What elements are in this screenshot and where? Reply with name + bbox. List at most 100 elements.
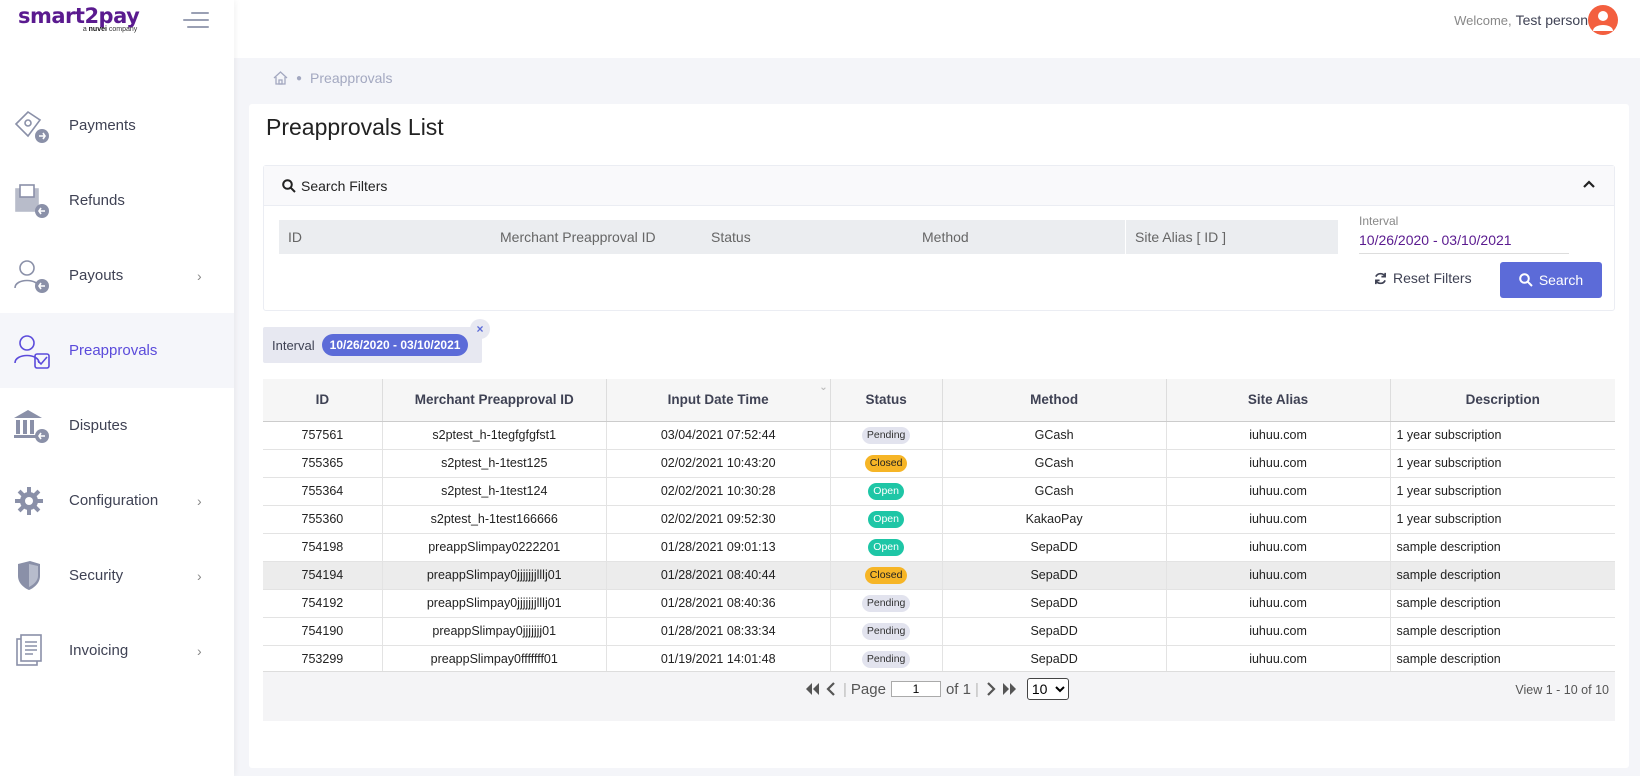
previous-page-icon[interactable] xyxy=(826,682,836,696)
first-page-icon[interactable] xyxy=(804,682,820,696)
cell-method: SepaDD xyxy=(942,617,1167,646)
cell-merchant-preapproval-id: s2ptest_h-1test125 xyxy=(382,449,607,478)
table-row[interactable]: 755360 s2ptest_h-1test166666 02/02/2021 09… xyxy=(263,505,1615,534)
topbar: Welcome, Test person xyxy=(234,0,1640,58)
cell-description: 1 year subscription xyxy=(1390,505,1615,534)
sidebar-item-label: Configuration xyxy=(69,492,159,509)
logo-text: smart2pay xyxy=(18,4,140,28)
cell-input-date-time: 02/02/2021 10:43:20 xyxy=(606,449,831,478)
cell-status: Pending xyxy=(830,645,943,674)
active-filter-chip: Interval 10/26/2020 - 03/10/2021 xyxy=(263,327,482,363)
table-header-row: ID Merchant Preapproval ID Input Date Ti… xyxy=(263,379,1615,422)
status-input[interactable] xyxy=(702,220,914,254)
cell-status: Open xyxy=(830,477,943,506)
sidebar-item-label: Preapprovals xyxy=(69,342,158,359)
column-header-site-alias[interactable]: Site Alias xyxy=(1166,379,1391,422)
gear-icon xyxy=(15,487,43,515)
user-name[interactable]: Test person xyxy=(1516,12,1588,28)
hamburger-menu-icon[interactable] xyxy=(183,10,209,30)
column-header-method[interactable]: Method xyxy=(942,379,1167,422)
cell-status: Closed xyxy=(830,561,943,590)
logo[interactable]: smart2pay a nuvei company xyxy=(18,4,140,33)
merchant-preapproval-id-input[interactable] xyxy=(491,220,703,254)
table-row[interactable]: 755364 s2ptest_h-1test124 02/02/2021 10:30… xyxy=(263,477,1615,506)
chevron-right-icon: › xyxy=(197,567,202,584)
cell-status: Pending xyxy=(830,589,943,618)
cell-input-date-time: 01/28/2021 08:40:36 xyxy=(606,589,831,618)
table-row[interactable]: 754198 preappSlimpay0222201 01/28/2021 09:… xyxy=(263,533,1615,562)
cell-merchant-preapproval-id: preappSlimpay0jjjjjjjlllj01 xyxy=(382,561,607,590)
sidebar-item-security[interactable]: Security › xyxy=(0,538,234,613)
avatar[interactable] xyxy=(1588,5,1618,35)
table-row[interactable]: 755365 s2ptest_h-1test125 02/02/2021 10:43… xyxy=(263,449,1615,478)
sidebar-item-payouts[interactable]: Payouts › xyxy=(0,238,234,313)
cell-description: sample description xyxy=(1390,617,1615,646)
reset-filters-button[interactable]: Reset Filters xyxy=(1374,270,1472,286)
preapprovals-table: ID Merchant Preapproval ID Input Date Ti… xyxy=(263,379,1615,702)
cell-description: sample description xyxy=(1390,533,1615,562)
cell-description: sample description xyxy=(1390,561,1615,590)
sidebar-item-label: Payouts xyxy=(69,267,124,284)
cell-description: sample description xyxy=(1390,645,1615,674)
cell-site-alias: iuhuu.com xyxy=(1166,617,1391,646)
cell-id: 754198 xyxy=(263,533,383,562)
cell-id: 755364 xyxy=(263,477,383,506)
sidebar-item-disputes[interactable]: Disputes xyxy=(0,388,234,463)
column-header-status[interactable]: Status xyxy=(830,379,943,422)
status-badge: Pending xyxy=(861,622,911,640)
table-row[interactable]: 754190 preappSlimpay0jjjjjjj01 01/28/2021 … xyxy=(263,617,1615,646)
cell-site-alias: iuhuu.com xyxy=(1166,477,1391,506)
interval-field[interactable]: Interval 10/26/2020 - 03/10/2021 xyxy=(1359,214,1569,254)
site-alias-input[interactable] xyxy=(1126,220,1338,254)
cell-status: Open xyxy=(830,505,943,534)
sidebar-nav: Payments Refunds Payouts › Preapprovals xyxy=(0,88,234,688)
next-page-icon[interactable] xyxy=(986,682,996,696)
cell-input-date-time: 03/04/2021 07:52:44 xyxy=(606,421,831,450)
column-header-description[interactable]: Description xyxy=(1390,379,1615,422)
welcome-text: Welcome, Test person xyxy=(1454,12,1588,28)
search-filters-title: Search Filters xyxy=(301,177,388,194)
remove-filter-close-icon[interactable]: × xyxy=(470,319,490,339)
column-header-merchant-preapproval-id[interactable]: Merchant Preapproval ID xyxy=(382,379,607,422)
cell-status: Pending xyxy=(830,421,943,450)
sidebar-item-payments[interactable]: Payments xyxy=(0,88,234,163)
sidebar-item-preapprovals[interactable]: Preapprovals xyxy=(0,313,234,388)
chevron-right-icon: › xyxy=(197,642,202,659)
breadcrumb: ● Preapprovals xyxy=(273,70,393,86)
sidebar-item-invoicing[interactable]: Invoicing › xyxy=(0,613,234,688)
sidebar-item-configuration[interactable]: Configuration › xyxy=(0,463,234,538)
cell-merchant-preapproval-id: preappSlimpay0jjjjjjj01 xyxy=(382,617,607,646)
sidebar-item-label: Security xyxy=(69,567,124,584)
method-input[interactable] xyxy=(913,220,1125,254)
table-row[interactable]: 753299 preappSlimpay0fffffff01 01/19/2021 … xyxy=(263,645,1615,674)
sidebar-item-label: Invoicing xyxy=(69,642,129,659)
payments-icon xyxy=(14,110,49,143)
table-row[interactable]: 754192 preappSlimpay0jjjjjjjlllj01 01/28/2… xyxy=(263,589,1615,618)
cell-method: GCash xyxy=(942,449,1167,478)
home-icon[interactable] xyxy=(273,71,288,85)
page-size-select[interactable]: 10 xyxy=(1026,678,1069,700)
user-icon xyxy=(1593,11,1613,31)
search-button[interactable]: Search xyxy=(1500,262,1602,298)
last-page-icon[interactable] xyxy=(1002,682,1018,696)
cell-site-alias: iuhuu.com xyxy=(1166,421,1391,450)
cell-id: 754192 xyxy=(263,589,383,618)
table-row[interactable]: 757561 s2ptest_h-1tegfgfgfst1 03/04/2021 0… xyxy=(263,421,1615,450)
cell-status: Open xyxy=(830,533,943,562)
page-number-input[interactable] xyxy=(890,681,941,697)
payouts-icon xyxy=(14,260,49,293)
chevron-up-icon[interactable] xyxy=(1583,179,1595,189)
sidebar-item-refunds[interactable]: Refunds xyxy=(0,163,234,238)
invoice-icon xyxy=(16,634,42,666)
cell-description: 1 year subscription xyxy=(1390,449,1615,478)
refresh-icon xyxy=(1375,272,1386,284)
id-input[interactable] xyxy=(279,220,491,254)
table-row[interactable]: 754194 preappSlimpay0jjjjjjjlllj01 01/28/2… xyxy=(263,561,1615,590)
column-header-id[interactable]: ID xyxy=(263,379,383,422)
cell-input-date-time: 02/02/2021 09:52:30 xyxy=(606,505,831,534)
main-card: Preapprovals List Search Filters Interva… xyxy=(249,104,1629,768)
search-filters-header[interactable]: Search Filters xyxy=(264,166,1614,206)
view-records-info: View 1 - 10 of 10 xyxy=(1515,683,1609,697)
column-header-input-date-time[interactable]: Input Date Time ⌄ xyxy=(606,379,831,422)
cell-merchant-preapproval-id: s2ptest_h-1tegfgfgfst1 xyxy=(382,421,607,450)
